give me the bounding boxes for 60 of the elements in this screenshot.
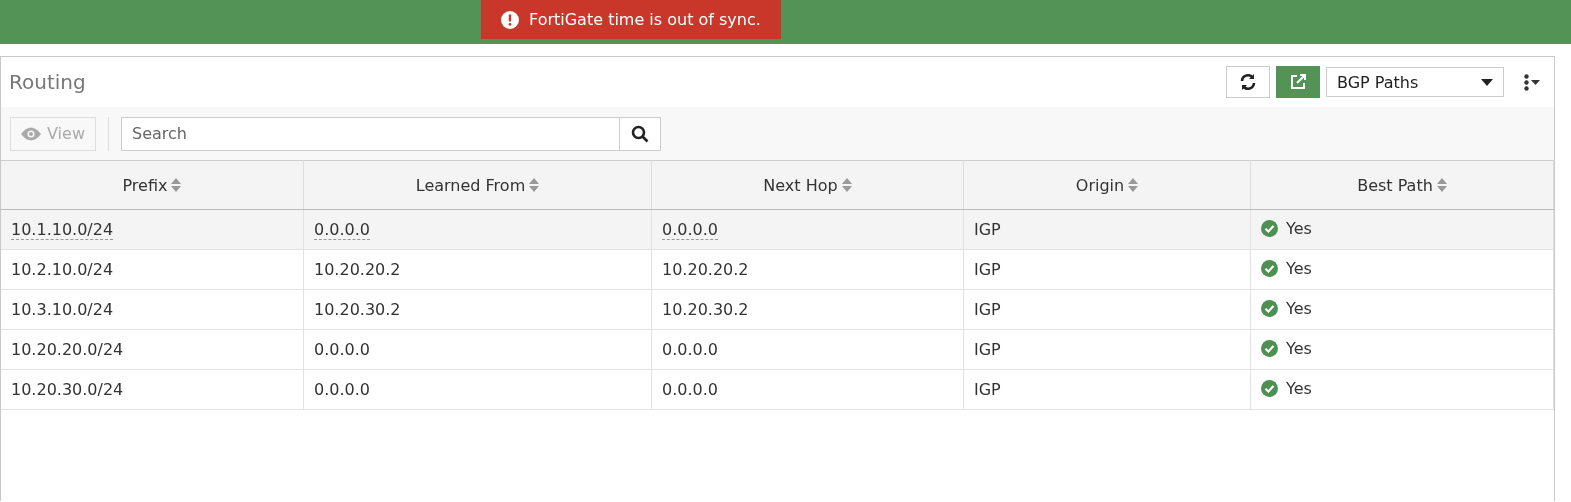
check-circle-icon <box>1261 379 1278 397</box>
table-cell: Yes <box>1250 329 1554 370</box>
table-cell: IGP <box>963 249 1251 290</box>
table-cell: Yes <box>1250 289 1554 330</box>
table-cell: 0.0.0.0 <box>303 369 652 410</box>
column-header[interactable]: Best Path <box>1250 160 1554 210</box>
check-circle-icon <box>1261 259 1278 277</box>
table-cell: 10.20.20.0/24 <box>1 329 304 370</box>
table-cell: Yes <box>1250 249 1554 290</box>
table-cell: IGP <box>963 289 1251 330</box>
table-row[interactable]: 10.3.10.0/24 10.20.30.2 10.20.30.2 IGP Yes <box>1 289 1554 330</box>
table-cell: 10.20.20.2 <box>303 249 652 290</box>
sort-icon <box>841 176 852 193</box>
exclamation-icon <box>501 10 519 29</box>
table-row[interactable]: 10.20.30.0/24 0.0.0.0 0.0.0.0 IGP Yes <box>1 369 1554 410</box>
sort-icon <box>1436 176 1447 193</box>
table-row[interactable]: 10.20.20.0/24 0.0.0.0 0.0.0.0 IGP Yes <box>1 329 1554 370</box>
table-row[interactable]: 10.2.10.0/24 10.20.20.2 10.20.20.2 IGP Yes <box>1 249 1554 290</box>
table-cell: IGP <box>963 369 1251 410</box>
caret-icon <box>1481 78 1493 86</box>
caret-icon <box>1531 79 1540 85</box>
table-cell: Yes <box>1250 209 1554 250</box>
table-cell: 10.20.30.0/24 <box>1 369 304 410</box>
table-cell: 0.0.0.0 <box>651 329 964 370</box>
table-cell: 10.20.30.2 <box>651 289 964 330</box>
check-circle-icon <box>1261 219 1278 237</box>
table-cell: IGP <box>963 209 1251 250</box>
check-circle-icon <box>1261 299 1278 317</box>
table-cell: 10.1.10.0/24 <box>1 209 304 250</box>
refresh-button[interactable] <box>1226 66 1270 98</box>
eye-icon <box>21 126 41 141</box>
table-row[interactable]: 10.1.10.0/24 0.0.0.0 0.0.0.0 IGP Yes <box>1 209 1554 250</box>
open-external-button[interactable] <box>1276 66 1320 98</box>
kebab-icon <box>1524 73 1529 91</box>
table-cell: 10.20.30.2 <box>303 289 652 330</box>
column-header[interactable]: Next Hop <box>651 160 964 210</box>
view-dropdown[interactable]: BGP Paths <box>1326 67 1504 97</box>
table-cell: 0.0.0.0 <box>651 209 964 250</box>
alert-text: FortiGate time is out of sync. <box>529 10 761 29</box>
column-header[interactable]: Origin <box>963 160 1251 210</box>
column-header[interactable]: Learned From <box>303 160 652 210</box>
table-cell: Yes <box>1250 369 1554 410</box>
column-header[interactable]: Prefix <box>1 160 304 210</box>
sort-icon <box>529 176 540 193</box>
table-cell: 0.0.0.0 <box>303 209 652 250</box>
sort-icon <box>171 176 182 193</box>
table-cell: 0.0.0.0 <box>651 369 964 410</box>
table-cell: 10.3.10.0/24 <box>1 289 304 330</box>
search-icon <box>630 124 649 143</box>
refresh-icon <box>1239 73 1257 91</box>
sort-icon <box>1128 176 1139 193</box>
table-cell: 10.20.20.2 <box>651 249 964 290</box>
search-field[interactable]: Search <box>120 116 619 151</box>
table-cell: 0.0.0.0 <box>303 329 652 370</box>
check-circle-icon <box>1261 339 1278 357</box>
panel-title: Routing <box>9 70 87 94</box>
external-link-icon <box>1289 73 1307 91</box>
search-button[interactable] <box>618 116 661 151</box>
table-cell: IGP <box>963 329 1251 370</box>
table-cell: 10.2.10.0/24 <box>1 249 304 290</box>
